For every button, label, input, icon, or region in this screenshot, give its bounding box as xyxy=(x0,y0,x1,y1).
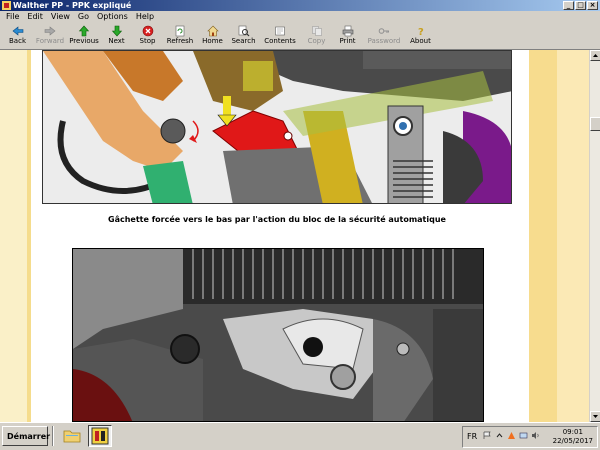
about-icon: ? xyxy=(418,27,424,37)
back-arrow-icon xyxy=(12,26,23,36)
home-icon xyxy=(206,25,219,37)
mechanism-diagram xyxy=(42,50,512,204)
contents-button[interactable]: Contents xyxy=(259,23,301,49)
scroll-up-button[interactable] xyxy=(590,50,600,61)
vertical-scrollbar[interactable] xyxy=(589,50,600,422)
copy-icon xyxy=(311,26,322,36)
menu-options[interactable]: Options xyxy=(93,11,132,23)
title-bar: Walther PP - PPK expliqué _ □ × xyxy=(0,0,600,11)
scroll-down-button[interactable] xyxy=(590,411,600,422)
page-left-border xyxy=(0,50,27,422)
clock[interactable]: 09:01 22/05/2017 xyxy=(553,428,593,446)
refresh-button[interactable]: Refresh xyxy=(163,23,197,49)
app-book-icon xyxy=(91,427,109,445)
password-button[interactable]: Password xyxy=(363,23,405,49)
forward-arrow-icon xyxy=(44,26,56,36)
system-tray: FR 09:01 22/05/2017 xyxy=(462,426,598,448)
about-button[interactable]: ? About xyxy=(405,23,436,49)
close-button[interactable]: × xyxy=(587,1,598,10)
print-icon xyxy=(342,25,353,37)
stop-button[interactable]: Stop xyxy=(132,23,163,49)
svg-text:?: ? xyxy=(418,27,424,37)
taskbar: Démarrer FR 09:01 22/05/2017 xyxy=(0,422,600,450)
contents-icon xyxy=(275,26,285,36)
page-right-border-outer xyxy=(557,50,589,422)
page-left-border-inner xyxy=(27,50,31,422)
forward-button[interactable]: Forward xyxy=(33,23,67,49)
warning-icon[interactable] xyxy=(507,431,516,440)
page-right-border xyxy=(529,50,557,422)
app-icon xyxy=(2,1,11,10)
document-view: Gâchette forcée vers le bas par l'action… xyxy=(0,50,589,422)
menu-file[interactable]: File xyxy=(2,11,23,23)
minimize-button[interactable]: _ xyxy=(563,1,574,10)
clock-time: 09:01 xyxy=(562,428,583,436)
mechanism-photo xyxy=(72,248,484,422)
menu-view[interactable]: View xyxy=(47,11,74,23)
scroll-down-arrow-icon xyxy=(593,415,598,418)
maximize-button[interactable]: □ xyxy=(575,1,586,10)
previous-button[interactable]: Previous xyxy=(67,23,101,49)
search-icon xyxy=(238,25,249,37)
copy-button[interactable]: Copy xyxy=(301,23,332,49)
toolbar: Back Forward Previous Next Stop Refresh … xyxy=(0,23,600,50)
scroll-up-arrow-icon xyxy=(593,54,598,57)
print-button[interactable]: Print xyxy=(332,23,363,49)
menu-go[interactable]: Go xyxy=(74,11,93,23)
taskbar-separator xyxy=(52,426,54,446)
menu-edit[interactable]: Edit xyxy=(23,11,47,23)
menu-bar: File Edit View Go Options Help xyxy=(0,11,600,23)
network-icon[interactable] xyxy=(519,431,528,440)
volume-icon[interactable] xyxy=(531,431,540,440)
menu-help[interactable]: Help xyxy=(132,11,158,23)
next-button[interactable]: Next xyxy=(101,23,132,49)
taskbar-app-walther[interactable] xyxy=(88,425,112,447)
down-arrow-icon xyxy=(111,25,122,37)
back-button[interactable]: Back xyxy=(2,23,33,49)
folder-icon[interactable] xyxy=(62,426,82,446)
chevron-up-icon[interactable] xyxy=(495,431,504,440)
flag-icon[interactable] xyxy=(483,431,492,440)
up-arrow-icon xyxy=(78,25,90,37)
search-button[interactable]: Search xyxy=(228,23,259,49)
refresh-icon xyxy=(175,25,185,37)
figure-caption: Gâchette forcée vers le bas par l'action… xyxy=(108,215,446,224)
language-indicator[interactable]: FR xyxy=(467,432,477,441)
stop-icon xyxy=(142,25,153,37)
scroll-thumb[interactable] xyxy=(590,117,600,131)
clock-date: 22/05/2017 xyxy=(552,437,593,445)
window-title: Walther PP - PPK expliqué xyxy=(13,1,132,10)
home-button[interactable]: Home xyxy=(197,23,228,49)
key-icon xyxy=(378,28,389,34)
start-button[interactable]: Démarrer xyxy=(2,426,50,446)
